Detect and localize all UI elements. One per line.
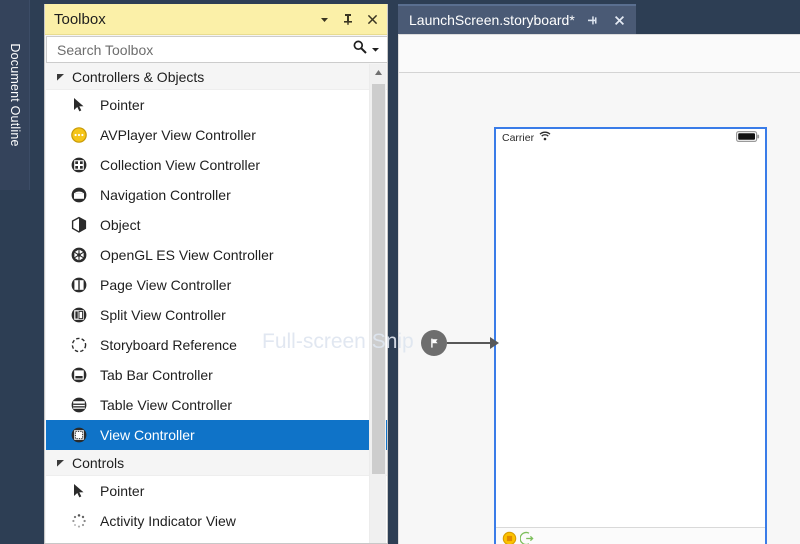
scene-dock-bar[interactable] [496, 527, 765, 544]
group-header-controllers-objects[interactable]: Controllers & Objects [46, 64, 387, 90]
split-view-icon [68, 304, 90, 326]
item-label: OpenGL ES View Controller [100, 247, 274, 263]
toolbox-item-page-view-controller[interactable]: Page View Controller [46, 270, 387, 300]
item-label: Split View Controller [100, 307, 226, 323]
scrollbar-thumb[interactable] [372, 84, 385, 474]
left-tab-strip: Document Outline [0, 0, 30, 544]
toolbox-item-tab-bar-controller[interactable]: Tab Bar Controller [46, 360, 387, 390]
pointer-icon [68, 94, 90, 116]
expander-triangle-icon[interactable] [54, 70, 67, 83]
page-view-icon [68, 274, 90, 296]
expander-triangle-icon[interactable] [54, 456, 67, 469]
group-label: Controllers & Objects [72, 68, 205, 85]
scroll-up-arrow-icon[interactable] [370, 64, 387, 81]
object-icon [68, 214, 90, 236]
flag-icon[interactable] [421, 330, 447, 356]
status-bar-left: Carrier [502, 131, 551, 144]
toolbox-item-table-view-controller[interactable]: Table View Controller [46, 390, 387, 420]
view-controller-view[interactable] [496, 146, 765, 527]
toolbox-item-pointer[interactable]: Pointer [46, 90, 387, 120]
toolbox-item-list[interactable]: Controllers & Objects Pointer AVPlayer V… [46, 64, 387, 543]
item-label: Navigation Controller [100, 187, 231, 203]
item-label: Object [100, 217, 141, 233]
exit-icon[interactable] [519, 531, 535, 544]
item-label: Table View Controller [100, 397, 233, 413]
carrier-label: Carrier [502, 131, 535, 144]
app-window: Document Outline Toolbox Search Toolbox … [0, 0, 800, 544]
phone-status-bar: Carrier [496, 129, 765, 146]
close-icon[interactable] [361, 8, 383, 30]
toolbox-item-collection-view-controller[interactable]: Collection View Controller [46, 150, 387, 180]
first-responder-icon[interactable] [502, 531, 517, 544]
toolbox-item-split-view-controller[interactable]: Split View Controller [46, 300, 387, 330]
item-label: AVPlayer View Controller [100, 127, 256, 143]
initial-view-controller-arrow[interactable] [421, 327, 499, 359]
toolbox-search-box[interactable] [46, 36, 387, 63]
wifi-icon [539, 131, 551, 144]
group-label: Controls [72, 454, 125, 471]
toolbox-item-navigation-controller[interactable]: Navigation Controller [46, 180, 387, 210]
toolbox-item-activity-indicator-view[interactable]: Activity Indicator View [46, 506, 387, 536]
toolbox-item-object[interactable]: Object [46, 210, 387, 240]
toolbox-header: Toolbox [45, 4, 387, 35]
document-area: LaunchScreen.storyboard* Carrier [392, 0, 800, 544]
toolbox-scrollbar[interactable] [369, 64, 386, 543]
table-view-icon [68, 394, 90, 416]
item-label: Pointer [100, 97, 145, 113]
toolbox-item-opengl-es-view-controller[interactable]: OpenGL ES View Controller [46, 240, 387, 270]
item-label: Storyboard Reference [100, 337, 237, 353]
avplayer-icon [68, 124, 90, 146]
item-label: Pointer [100, 483, 145, 499]
pointer-icon [68, 480, 90, 502]
item-label: Collection View Controller [100, 157, 261, 173]
toolbox-item-view-controller[interactable]: View Controller [46, 420, 387, 450]
navigation-controller-icon [68, 184, 90, 206]
collection-view-icon [68, 154, 90, 176]
tab-bar-icon [68, 364, 90, 386]
document-outline-tab[interactable]: Document Outline [0, 0, 30, 190]
search-dropdown-icon[interactable] [371, 41, 380, 59]
storyboard-reference-icon [68, 334, 90, 356]
pin-icon[interactable] [584, 11, 602, 29]
activity-indicator-icon [68, 510, 90, 532]
document-outline-label: Document Outline [7, 43, 22, 147]
view-controller-scene[interactable]: Carrier [421, 127, 767, 544]
storyboard-canvas[interactable]: Carrier [399, 74, 800, 544]
group-header-controls[interactable]: Controls [46, 450, 387, 476]
item-label: View Controller [100, 427, 195, 443]
toolbox-item-controls-pointer[interactable]: Pointer [46, 476, 387, 506]
opengl-es-icon [68, 244, 90, 266]
search-icon[interactable] [352, 39, 368, 60]
tab-launchscreen-storyboard[interactable]: LaunchScreen.storyboard* [398, 4, 636, 34]
item-label: Tab Bar Controller [100, 367, 213, 383]
toolbox-item-avplayer-view-controller[interactable]: AVPlayer View Controller [46, 120, 387, 150]
search-box-icons [352, 39, 387, 60]
view-controller-icon [68, 424, 90, 446]
battery-icon [736, 129, 760, 147]
search-input[interactable] [55, 38, 345, 61]
entry-arrow-head [490, 337, 499, 349]
close-icon[interactable] [611, 11, 629, 29]
document-tab-row: LaunchScreen.storyboard* [392, 0, 800, 34]
item-label: Page View Controller [100, 277, 232, 293]
toolbox-item-button[interactable]: Button [46, 536, 387, 543]
toolbox-item-storyboard-reference[interactable]: Storyboard Reference [46, 330, 387, 360]
pin-icon[interactable] [337, 8, 359, 30]
chevron-down-icon[interactable] [313, 8, 335, 30]
status-bar-right [736, 129, 760, 147]
toolbox-header-buttons [313, 8, 387, 30]
entry-arrow-line [447, 342, 491, 344]
storyboard-designer[interactable]: Carrier [398, 34, 800, 544]
toolbox-title: Toolbox [54, 10, 106, 28]
button-icon [68, 540, 90, 543]
designer-toolbar[interactable] [399, 35, 800, 73]
toolbox-panel: Toolbox Search Toolbox Controllers & Obj… [44, 4, 388, 544]
document-tab-title: LaunchScreen.storyboard* [409, 12, 575, 28]
item-label: Activity Indicator View [100, 513, 236, 529]
